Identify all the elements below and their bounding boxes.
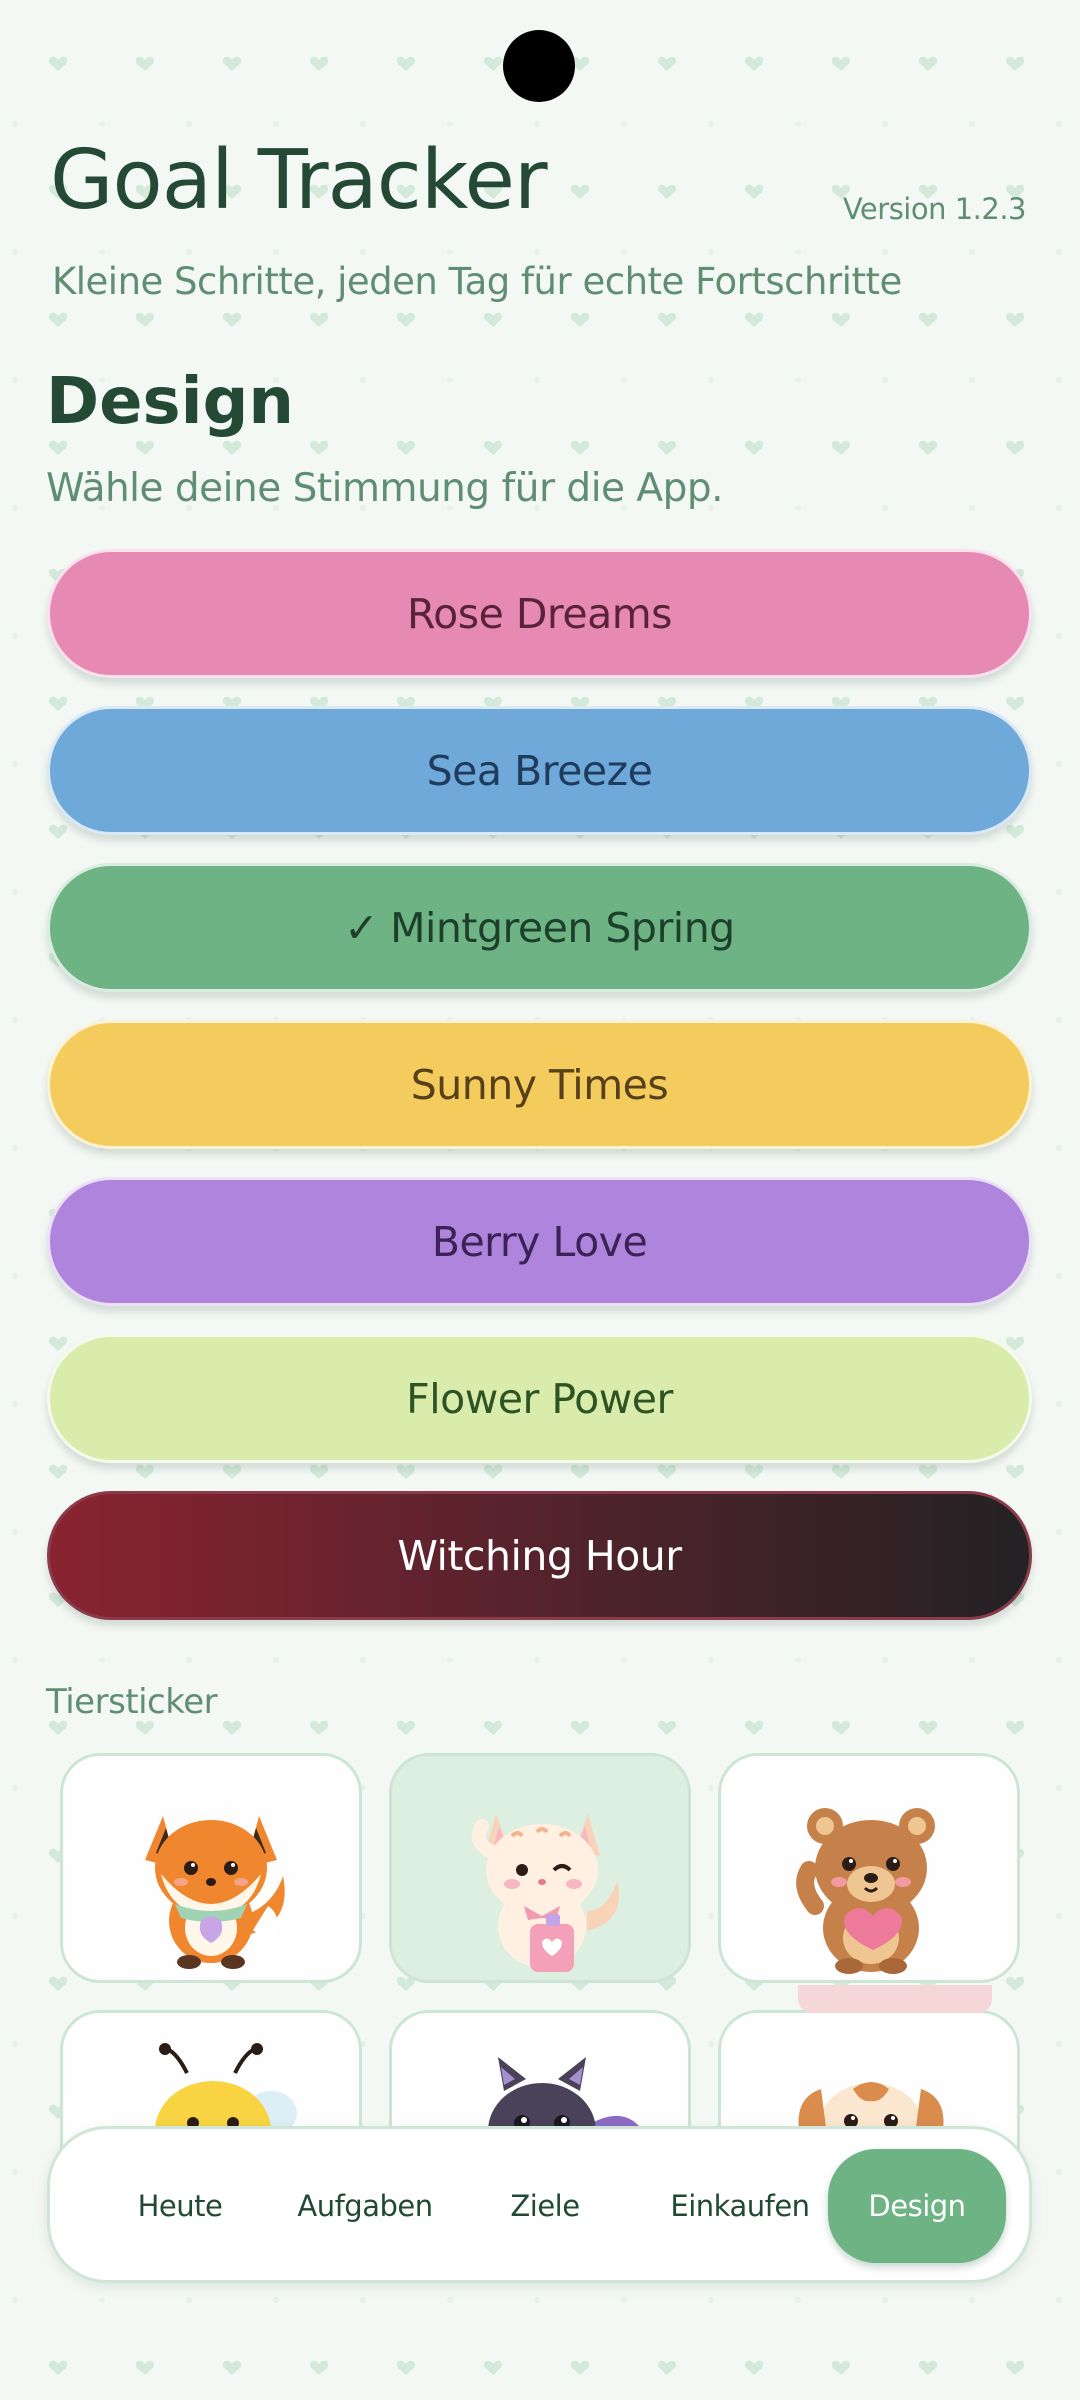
theme-label: Sea Breeze	[426, 746, 653, 795]
theme-button-witching-hour[interactable]: Witching Hour	[47, 1491, 1032, 1620]
design-section-title: Design	[46, 365, 294, 439]
theme-label: Sunny Times	[410, 1060, 669, 1109]
nav-tab-aufgaben[interactable]: Aufgaben	[280, 2149, 450, 2263]
theme-button-berry-love[interactable]: Berry Love	[47, 1177, 1032, 1306]
theme-button-sea-breeze[interactable]: Sea Breeze	[47, 706, 1032, 835]
nav-tab-heute[interactable]: Heute	[110, 2149, 250, 2263]
theme-label: Flower Power	[406, 1374, 673, 1423]
sticker-section-label: Tiersticker	[46, 1682, 218, 1722]
checkmark-icon: ✓	[344, 903, 379, 952]
sticker-card-bear[interactable]	[718, 1753, 1020, 1983]
theme-label: Witching Hour	[397, 1531, 682, 1580]
nav-tab-einkaufen[interactable]: Einkaufen	[650, 2149, 830, 2263]
nav-tab-label: Aufgaben	[297, 2189, 433, 2223]
version-label: Version 1.2.3	[842, 192, 1027, 226]
sticker-overflow-peek	[798, 1985, 992, 2013]
cat-sticker-icon	[471, 1814, 619, 1972]
app-subtitle: Kleine Schritte, jeden Tag für echte For…	[52, 260, 902, 303]
nav-tab-label: Einkaufen	[670, 2189, 810, 2223]
fox-sticker-icon	[145, 1816, 285, 1969]
sticker-card-fox[interactable]	[60, 1753, 362, 1983]
nav-tab-label: Ziele	[510, 2189, 580, 2223]
sticker-card-cat[interactable]	[389, 1753, 691, 1983]
nav-tab-label: Heute	[137, 2189, 223, 2223]
nav-tab-label: Design	[868, 2189, 966, 2223]
theme-list: Rose Dreams Sea Breeze ✓ Mintgreen Sprin…	[47, 549, 1032, 1648]
nav-tab-ziele[interactable]: Ziele	[475, 2149, 615, 2263]
theme-label: Mintgreen Spring	[390, 903, 735, 952]
design-section-subtitle: Wähle deine Stimmung für die App.	[46, 466, 724, 511]
app-title: Goal Tracker	[50, 133, 548, 228]
theme-button-flower-power[interactable]: Flower Power	[47, 1334, 1032, 1463]
bear-sticker-icon	[796, 1808, 935, 1974]
theme-button-mintgreen-spring[interactable]: ✓ Mintgreen Spring	[47, 863, 1032, 992]
theme-button-rose-dreams[interactable]: Rose Dreams	[47, 549, 1032, 678]
theme-label: Berry Love	[431, 1217, 648, 1266]
camera-cutout	[503, 30, 575, 102]
nav-tab-design[interactable]: Design	[828, 2149, 1006, 2263]
theme-label: Rose Dreams	[406, 589, 673, 638]
bottom-navigation-bar: Heute Aufgaben Ziele Einkaufen Design	[47, 2126, 1032, 2283]
theme-button-sunny-times[interactable]: Sunny Times	[47, 1020, 1032, 1149]
